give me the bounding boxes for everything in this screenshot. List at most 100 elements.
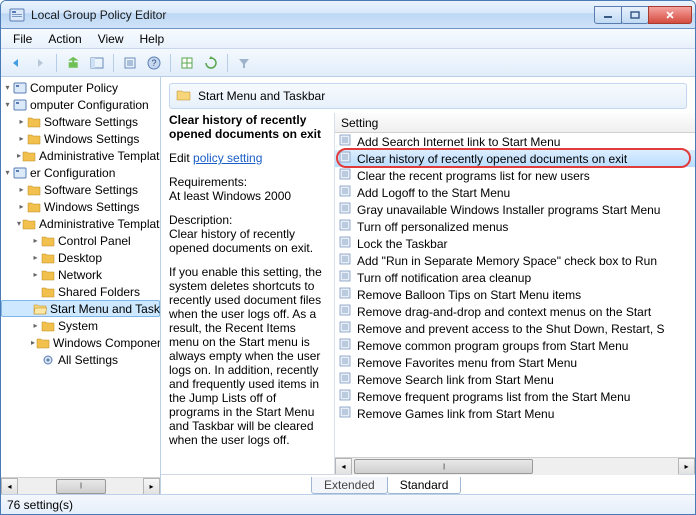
folder-icon xyxy=(27,184,41,196)
tree-node[interactable]: ▸Desktop xyxy=(1,249,160,266)
list-row[interactable]: Remove Balloon Tips on Start Menu items xyxy=(335,286,695,303)
scroll-thumb[interactable] xyxy=(354,459,533,474)
titlebar[interactable]: Local Group Policy Editor xyxy=(1,1,695,29)
list-row[interactable]: Remove and prevent access to the Shut Do… xyxy=(335,320,695,337)
tree-node-label: Windows Settings xyxy=(44,200,139,214)
tree-pane[interactable]: ▾Computer Policy▾omputer Configuration▸S… xyxy=(1,77,161,494)
expand-icon[interactable]: ▾ xyxy=(3,83,12,92)
expand-icon[interactable]: ▸ xyxy=(17,134,26,143)
tab-extended[interactable]: Extended xyxy=(311,477,388,494)
tree-node[interactable]: ▸ System xyxy=(1,317,160,334)
grid-button[interactable] xyxy=(176,52,198,74)
tree-node[interactable]: ▾Administrative Templates xyxy=(1,215,160,232)
expand-icon[interactable]: ▸ xyxy=(31,253,40,262)
list-row[interactable]: Remove Favorites menu from Start Menu xyxy=(335,354,695,371)
tree-node[interactable]: ▸ Windows Settings xyxy=(1,198,160,215)
expand-icon[interactable]: ▸ xyxy=(31,338,35,347)
expand-icon[interactable] xyxy=(31,355,40,364)
show-hide-tree-button[interactable] xyxy=(86,52,108,74)
tree-node[interactable]: ▾Computer Policy xyxy=(1,79,160,96)
tree-node-label: Shared Folders xyxy=(58,285,140,299)
filter-button[interactable] xyxy=(233,52,255,74)
list-row[interactable]: Add Search Internet link to Start Menu xyxy=(335,133,695,150)
expand-icon[interactable]: ▸ xyxy=(31,321,40,330)
scroll-thumb[interactable] xyxy=(56,479,106,494)
tab-standard[interactable]: Standard xyxy=(387,477,462,494)
tree-node[interactable]: ▸Windows Components xyxy=(1,334,160,351)
policy-item-icon xyxy=(339,202,353,217)
list-row[interactable]: Remove common program groups from Start … xyxy=(335,337,695,354)
expand-icon[interactable]: ▸ xyxy=(17,151,21,160)
scroll-track[interactable] xyxy=(352,458,678,475)
list-row[interactable]: Clear the recent programs list for new u… xyxy=(335,167,695,184)
tree-node[interactable]: ▾omputer Configuration xyxy=(1,96,160,113)
scroll-left-button[interactable]: ◂ xyxy=(335,458,352,475)
list-row[interactable]: Remove Search link from Start Menu xyxy=(335,371,695,388)
tree-node-label: System xyxy=(58,319,98,333)
policy-item-icon xyxy=(339,168,353,183)
tree-node[interactable]: ▸Software Settings xyxy=(1,181,160,198)
list-row[interactable]: Turn off personalized menus xyxy=(335,218,695,235)
maximize-button[interactable] xyxy=(621,6,649,24)
list-row[interactable]: Remove drag-and-drop and context menus o… xyxy=(335,303,695,320)
close-button[interactable] xyxy=(648,6,692,24)
expand-icon[interactable] xyxy=(31,287,40,296)
expand-icon[interactable]: ▾ xyxy=(3,168,12,177)
edit-policy-link[interactable]: policy setting xyxy=(193,151,262,165)
back-button[interactable] xyxy=(5,52,27,74)
list-item-label: Gray unavailable Windows Installer progr… xyxy=(357,203,660,217)
refresh-button[interactable] xyxy=(200,52,222,74)
policy-title: Clear history of recently opened documen… xyxy=(169,113,326,141)
list-horizontal-scrollbar[interactable]: ◂ ▸ xyxy=(335,457,695,474)
tree-node[interactable]: Start Menu and Taskbar xyxy=(1,300,160,317)
menu-view[interactable]: View xyxy=(90,30,132,48)
tree-node[interactable]: ▸Control Panel xyxy=(1,232,160,249)
list-row[interactable]: Remove frequent programs list from the S… xyxy=(335,388,695,405)
expand-icon[interactable]: ▸ xyxy=(17,117,26,126)
list-item-label: Clear the recent programs list for new u… xyxy=(357,169,590,183)
forward-button[interactable] xyxy=(29,52,51,74)
menu-help[interactable]: Help xyxy=(132,30,173,48)
scroll-right-button[interactable]: ▸ xyxy=(143,478,160,495)
detail-pane: Start Menu and Taskbar Clear history of … xyxy=(161,77,695,494)
policy-item-icon xyxy=(339,253,353,268)
expand-icon[interactable]: ▸ xyxy=(31,270,40,279)
list-row[interactable]: Add Logoff to the Start Menu xyxy=(335,184,695,201)
tree-node[interactable]: All Settings xyxy=(1,351,160,368)
list-row[interactable]: Lock the Taskbar xyxy=(335,235,695,252)
help-button[interactable]: ? xyxy=(143,52,165,74)
list-row[interactable]: Turn off notification area cleanup xyxy=(335,269,695,286)
scroll-right-button[interactable]: ▸ xyxy=(678,458,695,475)
list-row[interactable]: Gray unavailable Windows Installer progr… xyxy=(335,201,695,218)
menu-action[interactable]: Action xyxy=(40,30,89,48)
list-row[interactable]: Remove Games link from Start Menu xyxy=(335,405,695,422)
folder-icon xyxy=(27,201,41,213)
scroll-track[interactable] xyxy=(18,478,143,495)
tree-node-label: Administrative Templates xyxy=(39,149,161,163)
expand-icon[interactable]: ▸ xyxy=(31,236,40,245)
list-row[interactable]: Add "Run in Separate Memory Space" check… xyxy=(335,252,695,269)
tree-node[interactable]: ▸ Administrative Templates xyxy=(1,147,160,164)
up-button[interactable] xyxy=(62,52,84,74)
policy-item-icon xyxy=(339,134,353,149)
tree-horizontal-scrollbar[interactable]: ◂▸ xyxy=(1,477,160,494)
tree-node[interactable]: ▸Windows Settings xyxy=(1,130,160,147)
expand-icon[interactable]: ▸ xyxy=(17,202,26,211)
expand-icon[interactable]: ▸ xyxy=(17,185,26,194)
menu-file[interactable]: File xyxy=(5,30,40,48)
list-header-setting[interactable]: Setting xyxy=(335,113,695,133)
list-body[interactable]: Add Search Internet link to Start MenuCl… xyxy=(335,133,695,457)
tree-node[interactable]: ▸Software Settings xyxy=(1,113,160,130)
minimize-button[interactable] xyxy=(594,6,622,24)
list-row[interactable]: Clear history of recently opened documen… xyxy=(335,150,695,167)
tree-node[interactable]: ▾er Configuration xyxy=(1,164,160,181)
export-list-button[interactable] xyxy=(119,52,141,74)
policy-icon xyxy=(13,167,27,179)
expand-icon[interactable]: ▾ xyxy=(17,219,21,228)
scroll-left-button[interactable]: ◂ xyxy=(1,478,18,495)
policy-item-icon xyxy=(339,389,353,404)
tree-node[interactable]: Shared Folders xyxy=(1,283,160,300)
expand-icon[interactable]: ▾ xyxy=(3,100,12,109)
description-long: If you enable this setting, the system d… xyxy=(169,265,326,447)
tree-node[interactable]: ▸Network xyxy=(1,266,160,283)
